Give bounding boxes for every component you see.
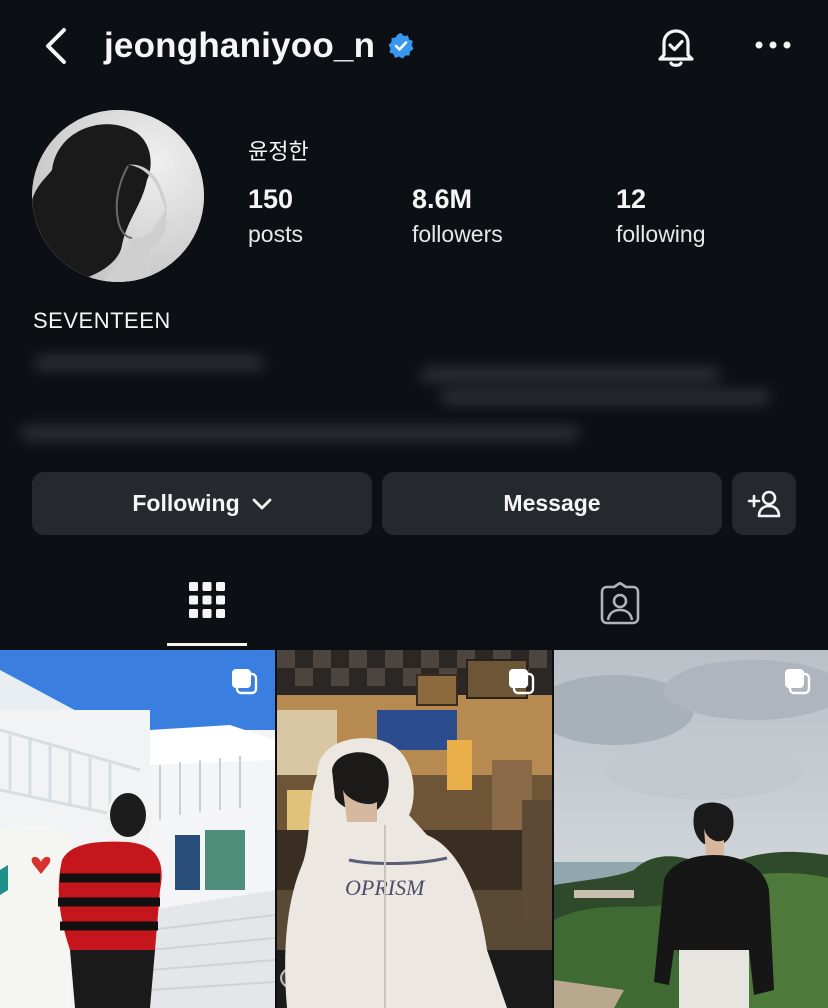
post-image <box>0 650 275 1008</box>
post-thumbnail[interactable] <box>554 650 828 1008</box>
verified-badge-icon <box>388 33 414 59</box>
multiple-images-icon <box>509 669 535 695</box>
following-count: 12 <box>616 184 647 214</box>
chevron-down-icon <box>252 498 272 509</box>
message-button[interactable]: Message <box>382 472 722 535</box>
post-image <box>554 650 828 1008</box>
followers-label: followers <box>412 221 503 247</box>
add-person-icon <box>747 490 781 517</box>
following-label: following <box>616 221 706 247</box>
posts-stat: 150 posts <box>248 184 303 248</box>
bio-title: SEVENTEEN <box>33 308 171 333</box>
grid-icon <box>189 582 225 618</box>
following-stat[interactable]: 12 following <box>616 184 706 248</box>
more-options-icon[interactable] <box>752 30 794 60</box>
profile-username-header: jeonghaniyoo_n <box>104 26 415 66</box>
top-bar: jeonghaniyoo_n <box>0 0 828 96</box>
tab-posts-grid[interactable] <box>167 570 247 646</box>
post-thumbnail[interactable]: OPRISM <box>277 650 552 1008</box>
followers-stat[interactable]: 8.6M followers <box>412 184 503 248</box>
suggested-users-button[interactable] <box>732 472 796 535</box>
message-button-label: Message <box>503 490 601 516</box>
profile-avatar[interactable] <box>32 110 204 282</box>
multiple-images-icon <box>785 669 811 695</box>
tab-tagged[interactable] <box>580 570 660 646</box>
bio-text-blurred <box>20 350 780 450</box>
username: jeonghaniyoo_n <box>104 26 376 65</box>
tagged-person-icon <box>600 582 640 625</box>
posts-count: 150 <box>248 184 294 214</box>
following-button[interactable]: Following <box>32 472 372 535</box>
following-button-label: Following <box>132 490 240 516</box>
back-icon[interactable] <box>38 26 74 66</box>
active-tab-indicator <box>167 643 247 646</box>
multiple-images-icon <box>232 669 258 695</box>
followers-count: 8.6M <box>412 184 473 214</box>
posts-label: posts <box>248 221 303 247</box>
post-image: OPRISM <box>277 650 552 1008</box>
notification-bell-icon[interactable] <box>652 22 700 70</box>
display-name: 윤정한 <box>248 140 309 165</box>
post-thumbnail[interactable] <box>0 650 275 1008</box>
